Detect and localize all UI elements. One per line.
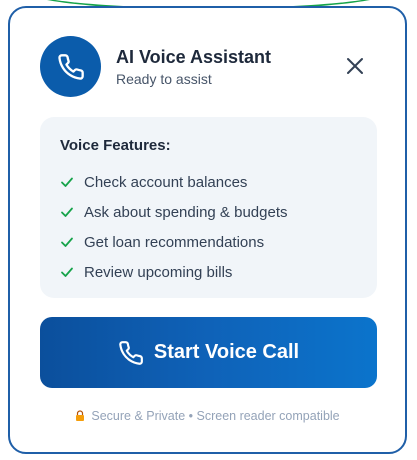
assistant-status: Ready to assist: [116, 71, 212, 87]
voice-features-box: Voice Features: Check account balances A…: [40, 117, 377, 298]
phone-icon: [119, 340, 143, 365]
feature-item: Get loan recommendations: [60, 227, 357, 257]
close-icon: [347, 58, 363, 74]
feature-item: Check account balances: [60, 167, 357, 197]
feature-item: Review upcoming bills: [60, 257, 357, 287]
assistant-title: AI Voice Assistant: [116, 47, 272, 67]
assistant-avatar: [40, 36, 101, 97]
feature-label: Get loan recommendations: [84, 233, 265, 251]
security-footer: Secure & Private • Screen reader compati…: [10, 409, 405, 423]
check-icon: [61, 267, 73, 277]
voice-assistant-panel: AI Voice Assistant Ready to assist Voice…: [8, 6, 407, 454]
features-title: Voice Features:: [60, 137, 171, 154]
feature-item: Ask about spending & budgets: [60, 197, 357, 227]
phone-icon: [57, 53, 84, 80]
header-titles: AI Voice Assistant Ready to assist: [116, 46, 271, 88]
footer-text: Secure & Private • Screen reader compati…: [91, 409, 340, 423]
start-voice-call-button[interactable]: Start Voice Call: [40, 317, 377, 388]
check-icon: [61, 207, 73, 217]
feature-label: Check account balances: [84, 173, 248, 191]
close-button[interactable]: [343, 54, 367, 78]
feature-label: Review upcoming bills: [84, 263, 233, 281]
lock-icon: [76, 410, 85, 421]
start-voice-call-label: Start Voice Call: [153, 341, 300, 363]
check-icon: [61, 237, 73, 247]
panel-header: AI Voice Assistant Ready to assist: [40, 36, 375, 100]
feature-label: Ask about spending & budgets: [84, 203, 288, 221]
check-icon: [61, 177, 73, 187]
